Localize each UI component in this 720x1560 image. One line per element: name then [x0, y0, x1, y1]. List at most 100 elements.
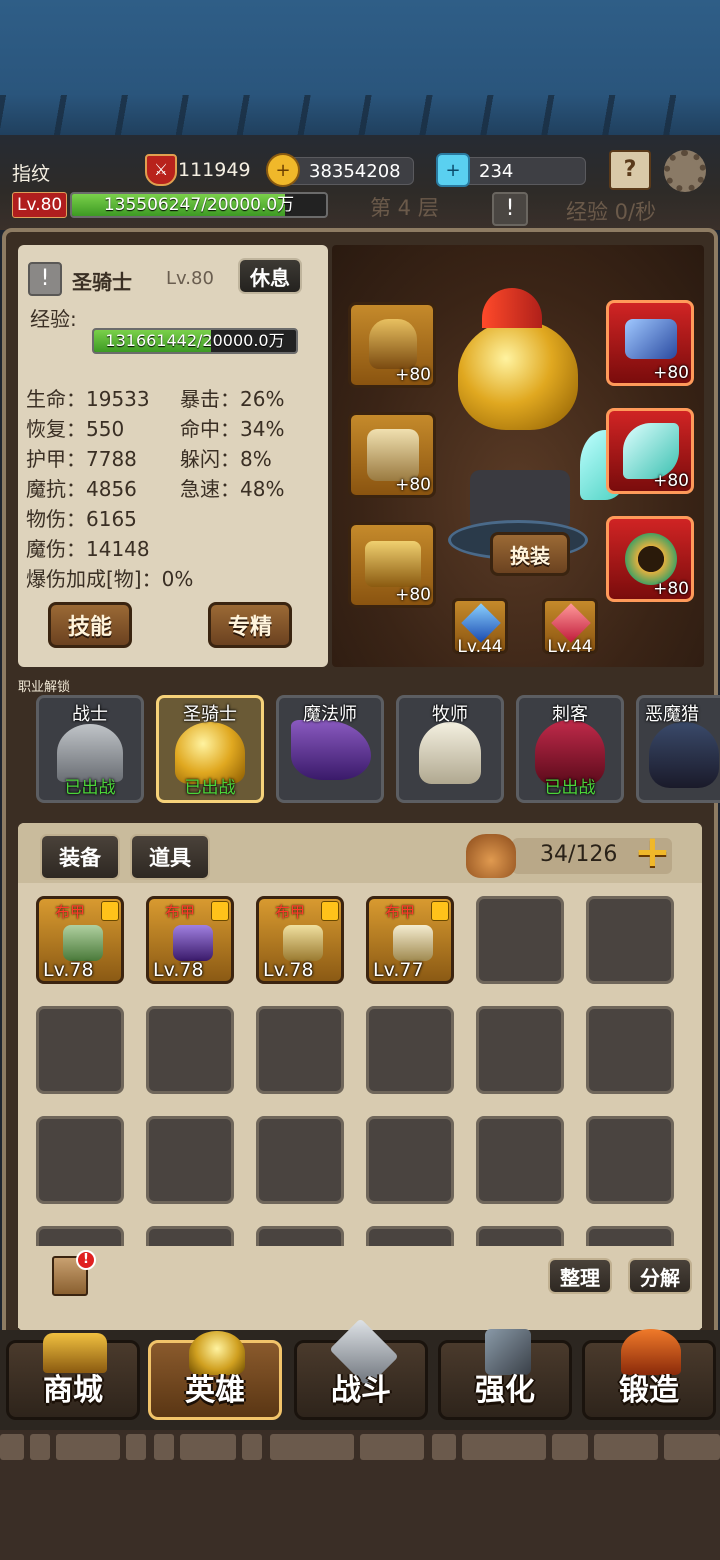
gem-value: 234 — [479, 160, 514, 182]
inventory-empty-cell[interactable] — [586, 1116, 674, 1204]
stat-haste: 急速：48% — [180, 477, 285, 501]
priest-mitre-icon — [419, 722, 481, 784]
lock-icon — [211, 901, 229, 921]
inventory-empty-cell[interactable] — [256, 1116, 344, 1204]
inventory-item-armor-gold[interactable]: 布甲 Lv.77 — [366, 896, 454, 984]
decompose-button[interactable]: 分解 — [628, 1258, 692, 1294]
ground-brick — [242, 1434, 262, 1460]
inventory-item-boots-green[interactable]: 布甲 Lv.78 — [36, 896, 124, 984]
inventory-empty-cell[interactable] — [36, 1116, 124, 1204]
inventory-empty-cell[interactable] — [476, 1116, 564, 1204]
inventory-empty-cell[interactable] — [586, 896, 674, 984]
chest-armor-icon — [393, 925, 433, 961]
stat-regen: 恢复：550 — [26, 417, 125, 441]
nav-battle[interactable]: 战斗 — [294, 1318, 428, 1420]
ground-brick — [0, 1434, 24, 1460]
inventory-empty-cell[interactable] — [146, 1226, 234, 1246]
class-card-mage[interactable]: 魔法师 — [276, 695, 384, 803]
inventory-empty-cell[interactable] — [366, 1226, 454, 1246]
gold-coin-plus-icon[interactable]: + — [266, 153, 300, 187]
inventory-empty-cell[interactable] — [586, 1226, 674, 1246]
mask-slot[interactable]: +80 — [606, 300, 694, 386]
hero-level: Lv.80 — [166, 268, 214, 289]
change-outfit-button[interactable]: 换装 — [490, 532, 570, 576]
nav-forge[interactable]: 锻造 — [582, 1329, 716, 1420]
helmet-enhance-level: +80 — [395, 365, 431, 385]
ground-brick — [56, 1434, 120, 1460]
item-tag: 布甲 — [385, 903, 416, 921]
item-tag: 布甲 — [55, 903, 86, 921]
class-card-paladin[interactable]: 圣骑士 已出战 — [156, 695, 264, 803]
lock-icon — [101, 901, 119, 921]
class-name: 魔法师 — [303, 704, 357, 725]
alert-exclamation-icon[interactable]: ! — [492, 192, 528, 226]
class-card-priest[interactable]: 牧师 — [396, 695, 504, 803]
inventory-empty-cell[interactable] — [146, 1116, 234, 1204]
inventory-empty-cell[interactable] — [476, 1006, 564, 1094]
gem-slot-red[interactable]: Lv.44 — [542, 598, 598, 657]
item-tag: 布甲 — [165, 903, 196, 921]
inventory-empty-cell[interactable] — [256, 1006, 344, 1094]
rest-button[interactable]: 休息 — [238, 258, 302, 294]
gem-slot-blue[interactable]: Lv.44 — [452, 598, 508, 657]
inventory-empty-cell[interactable] — [586, 1006, 674, 1094]
ground-brick — [360, 1434, 424, 1460]
ground-brick — [664, 1434, 720, 1460]
weapon-enhance-level: +80 — [653, 471, 689, 491]
help-book-icon[interactable]: ? — [609, 150, 651, 190]
hero-xp-label: 经验: — [30, 307, 77, 331]
hero-info-exclamation-icon[interactable]: ! — [28, 262, 62, 296]
mask-enhance-level: +80 — [653, 363, 689, 383]
settings-gear-icon[interactable] — [664, 150, 706, 192]
stat-hp: 生命：19533 — [26, 387, 150, 411]
inventory-empty-cell[interactable] — [256, 1226, 344, 1246]
diamond-plus-icon[interactable]: + — [436, 153, 470, 187]
lock-icon — [431, 901, 449, 921]
class-name: 圣骑士 — [183, 704, 237, 725]
ring-enhance-level: +80 — [653, 579, 689, 599]
inventory-empty-cell[interactable] — [36, 1006, 124, 1094]
inventory-item-boots-gold[interactable]: 布甲 Lv.78 — [256, 896, 344, 984]
inventory-empty-cell[interactable] — [366, 1116, 454, 1204]
helmet-slot[interactable]: +80 — [348, 302, 436, 388]
expand-bag-plus-icon[interactable]: + — [634, 830, 680, 874]
player-xp-bar: 135506247/20000.0万 — [70, 192, 328, 218]
boots-enhance-level: +80 — [395, 585, 431, 605]
class-card-demon-hunter[interactable]: 恶魔猎 — [636, 695, 720, 803]
item-tag: 布甲 — [275, 903, 306, 921]
tab-items[interactable]: 道具 — [130, 834, 210, 880]
stat-armor: 护甲：7788 — [26, 447, 137, 471]
nav-shop[interactable]: 商城 — [6, 1333, 140, 1420]
inventory-empty-cell[interactable] — [36, 1226, 124, 1246]
tab-equipment[interactable]: 装备 — [40, 834, 120, 880]
class-card-warrior[interactable]: 战士 已出战 — [36, 695, 144, 803]
ground-brick — [432, 1434, 456, 1460]
ring-slot[interactable]: +80 — [606, 516, 694, 602]
inventory-empty-cell[interactable] — [146, 1006, 234, 1094]
sort-button[interactable]: 整理 — [548, 1258, 612, 1294]
nav-hero[interactable]: 英雄 — [148, 1331, 282, 1420]
top-sky-banner — [0, 0, 720, 135]
nav-enhance[interactable]: 强化 — [438, 1329, 572, 1420]
armor-slot[interactable]: +80 — [348, 412, 436, 498]
ground-brick — [270, 1434, 354, 1460]
nav-label: 强化 — [475, 1373, 535, 1408]
boots-slot[interactable]: +80 — [348, 522, 436, 608]
weapon-slot[interactable]: +80 — [606, 408, 694, 494]
mastery-button[interactable]: 专精 — [208, 602, 292, 648]
backpack-icon — [466, 834, 516, 878]
inventory-empty-cell[interactable] — [476, 1226, 564, 1246]
stat-magic-resist: 魔抗：4856 — [26, 477, 137, 501]
inventory-empty-cell[interactable] — [366, 1006, 454, 1094]
boots-icon — [173, 925, 213, 961]
player-name: 指纹 — [12, 163, 51, 185]
hero-name: 圣骑士 — [72, 270, 132, 294]
power-value: 111949 — [178, 159, 251, 181]
inventory-empty-cell[interactable] — [476, 896, 564, 984]
inventory-item-boots-purple[interactable]: 布甲 Lv.78 — [146, 896, 234, 984]
class-card-assassin[interactable]: 刺客 已出战 — [516, 695, 624, 803]
armor-enhance-level: +80 — [395, 475, 431, 495]
ground-brick — [154, 1434, 174, 1460]
skills-button[interactable]: 技能 — [48, 602, 132, 648]
class-status: 已出战 — [64, 778, 116, 798]
